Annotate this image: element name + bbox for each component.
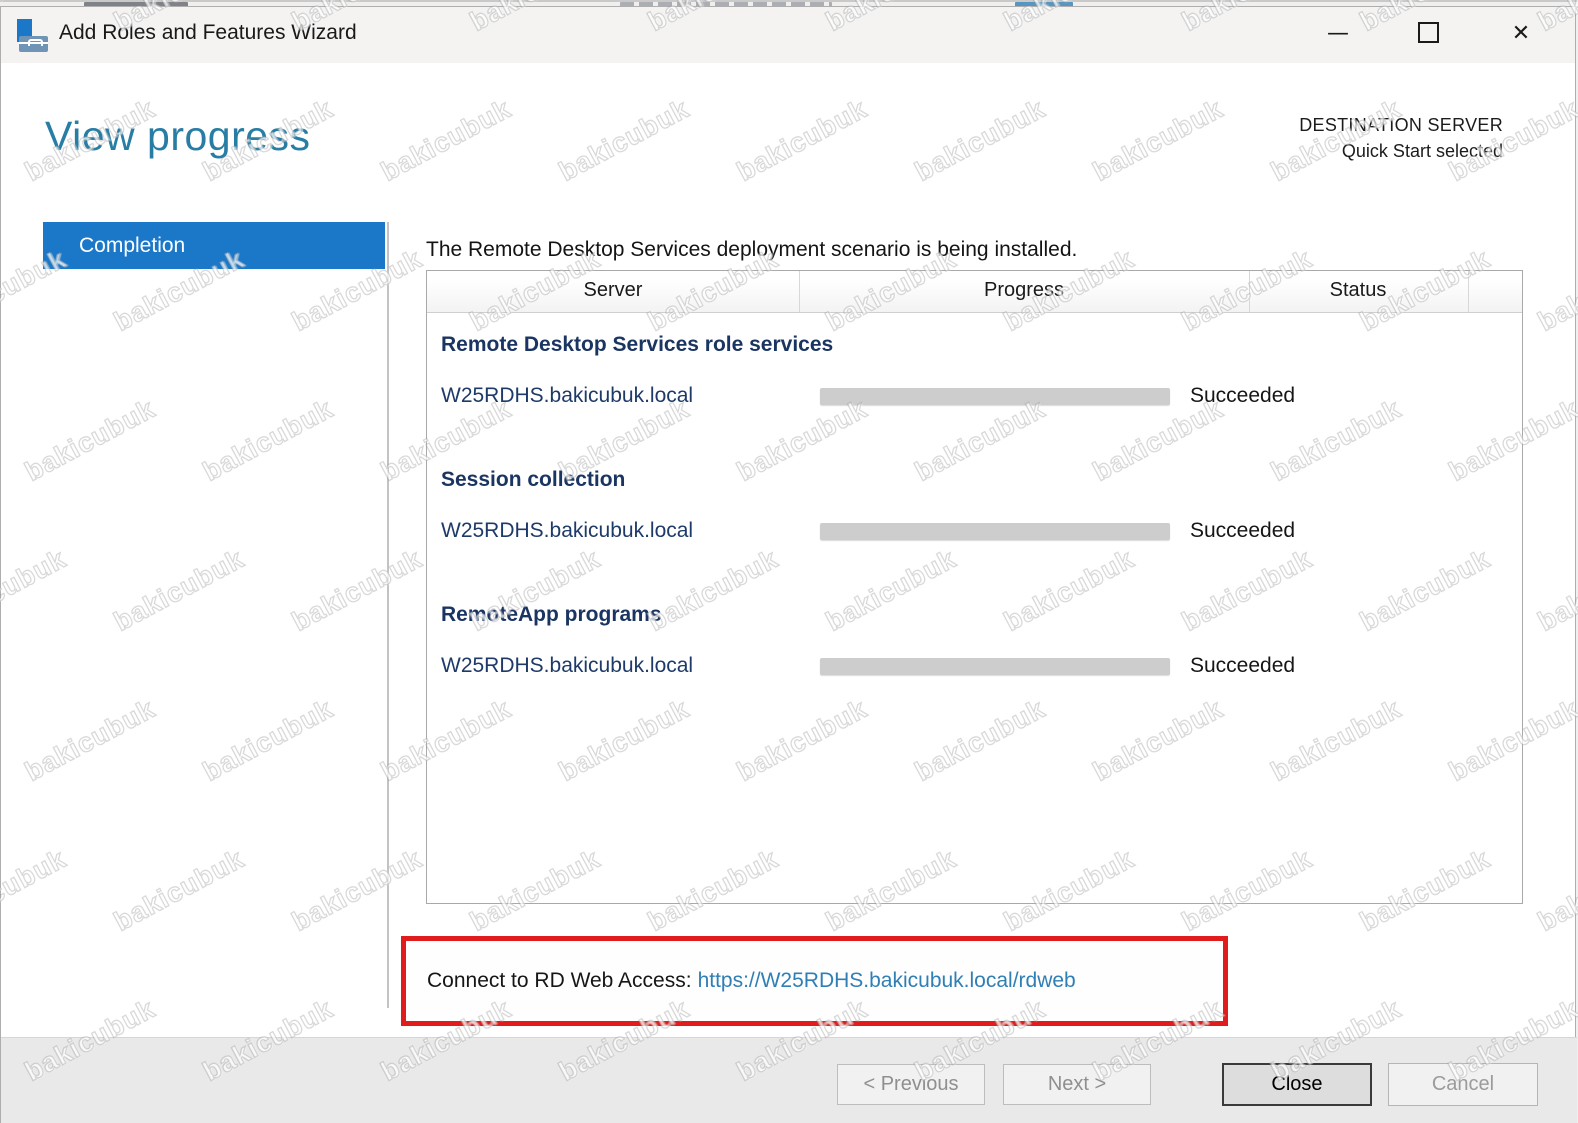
column-header-progress: Progress bbox=[983, 279, 1065, 301]
deployment-status-text: The Remote Desktop Services deployment s… bbox=[426, 238, 1078, 261]
sidebar-divider bbox=[387, 222, 389, 1008]
column-header-server: Server bbox=[583, 279, 643, 301]
close-window-button[interactable]: ✕ bbox=[1496, 13, 1546, 55]
maximize-icon bbox=[1417, 21, 1439, 43]
destination-server-label: DESTINATION SERVER bbox=[1299, 115, 1503, 135]
roles-wizard-icon bbox=[15, 19, 49, 53]
cancel-button[interactable]: Cancel bbox=[1388, 1063, 1538, 1106]
server-name: W25RDHS.bakicubuk.local bbox=[441, 384, 694, 407]
status-text: Succeeded bbox=[1190, 519, 1296, 542]
section-heading-session-collection: Session collection bbox=[441, 468, 626, 491]
table-row: W25RDHS.bakicubuk.local Succeeded bbox=[427, 383, 1522, 411]
close-button[interactable]: Close bbox=[1222, 1063, 1372, 1106]
section-heading-role-services: Remote Desktop Services role services bbox=[441, 333, 834, 356]
connect-label: Connect to RD Web Access: bbox=[427, 969, 692, 992]
rd-web-access-link[interactable]: https://W25RDHS.bakicubuk.local/rdweb bbox=[698, 969, 1076, 992]
maximize-button[interactable] bbox=[1403, 13, 1453, 55]
footer-bar: < Previous Next > Close Cancel bbox=[1, 1037, 1577, 1123]
sidebar-item-completion[interactable]: Completion bbox=[43, 222, 385, 269]
title-bar: Add Roles and Features Wizard — ✕ bbox=[1, 7, 1575, 63]
column-divider bbox=[799, 271, 800, 312]
server-name: W25RDHS.bakicubuk.local bbox=[441, 654, 694, 677]
table-row: W25RDHS.bakicubuk.local Succeeded bbox=[427, 653, 1522, 681]
page-title: View progress bbox=[45, 113, 311, 159]
progress-bar bbox=[820, 388, 1170, 405]
screen: Add Roles and Features Wizard — ✕ View p… bbox=[0, 0, 1578, 1123]
column-divider bbox=[1249, 271, 1250, 312]
column-divider bbox=[1468, 271, 1469, 312]
previous-button[interactable]: < Previous bbox=[837, 1064, 985, 1105]
section-heading-remoteapp-programs: RemoteApp programs bbox=[441, 603, 662, 626]
status-text: Succeeded bbox=[1190, 384, 1296, 407]
destination-server-block: DESTINATION SERVER Quick Start selected bbox=[1299, 115, 1503, 162]
table-header: Server Progress Status bbox=[427, 271, 1522, 313]
window-title: Add Roles and Features Wizard bbox=[59, 21, 357, 44]
table-row: W25RDHS.bakicubuk.local Succeeded bbox=[427, 518, 1522, 546]
minimize-button[interactable]: — bbox=[1313, 13, 1363, 55]
progress-bar bbox=[820, 523, 1170, 540]
progress-table: Server Progress Status Remote Desktop Se… bbox=[426, 270, 1523, 904]
status-text: Succeeded bbox=[1190, 654, 1296, 677]
icon-toolbox-handle bbox=[28, 39, 43, 46]
progress-bar bbox=[820, 658, 1170, 675]
wizard-window: Add Roles and Features Wizard — ✕ View p… bbox=[0, 6, 1577, 1123]
destination-server-value: Quick Start selected bbox=[1341, 141, 1503, 161]
server-name: W25RDHS.bakicubuk.local bbox=[441, 519, 694, 542]
rd-web-access-highlight-box: Connect to RD Web Access: https://W25RDHS… bbox=[401, 936, 1228, 1026]
column-header-status: Status bbox=[1329, 279, 1387, 301]
connect-line: Connect to RD Web Access: https://W25RDHS… bbox=[427, 969, 1076, 993]
next-button[interactable]: Next > bbox=[1003, 1064, 1151, 1105]
